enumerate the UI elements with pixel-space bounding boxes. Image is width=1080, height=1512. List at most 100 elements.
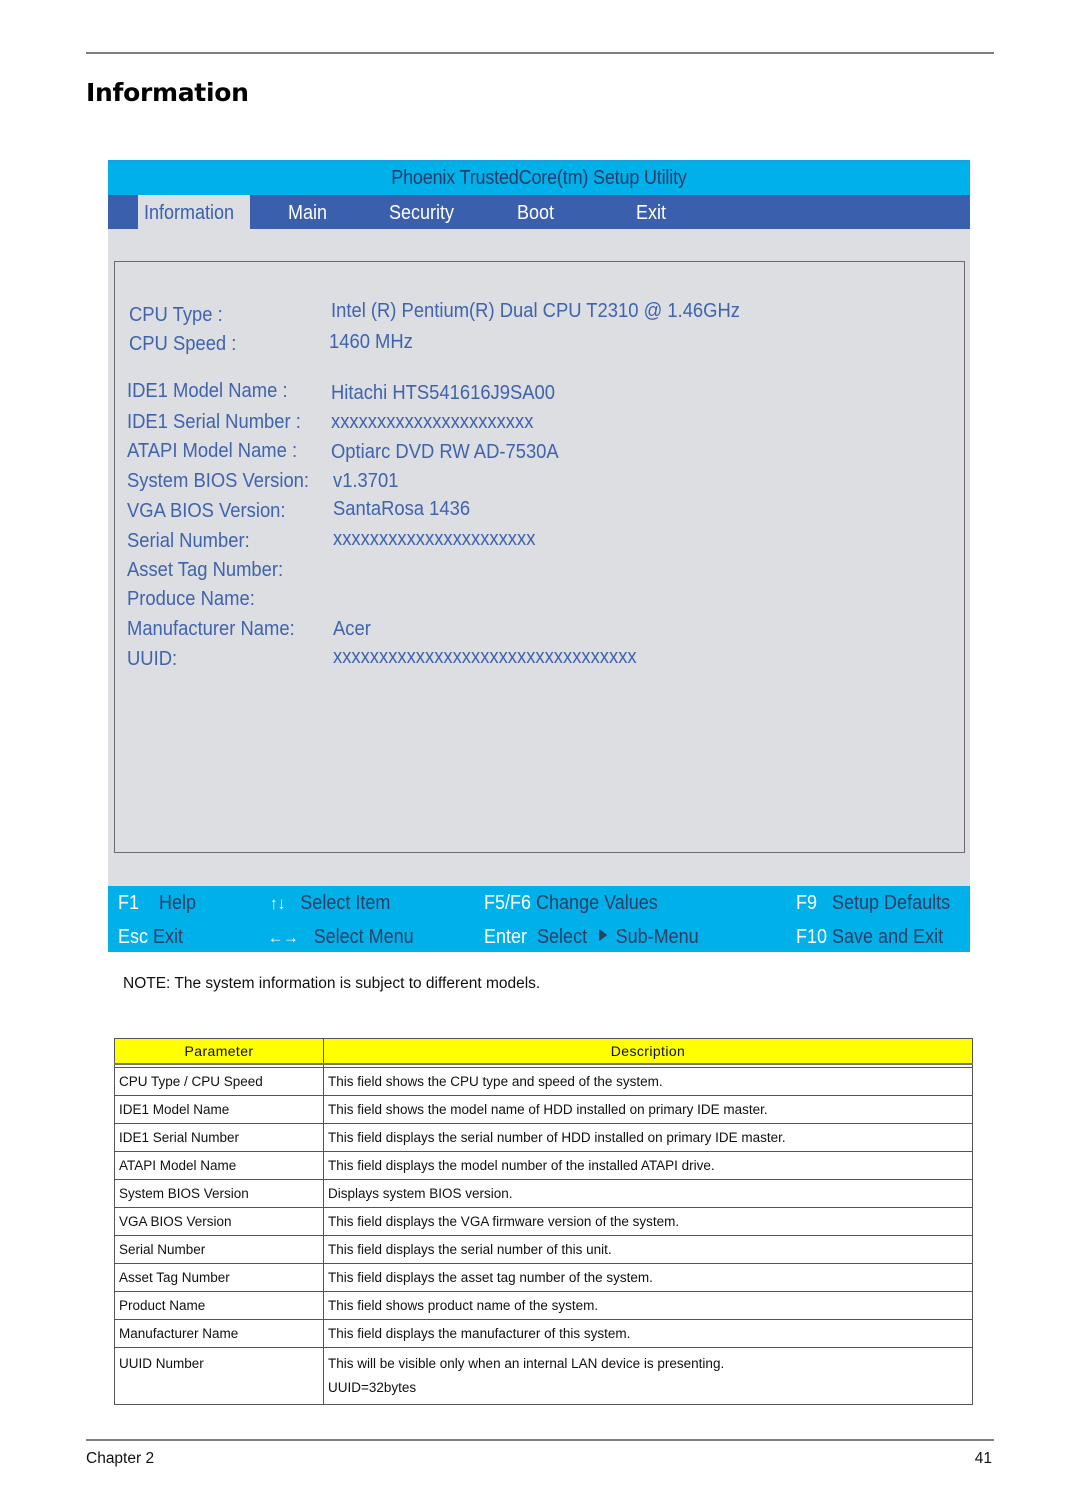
- field-value-uuid: xxxxxxxxxxxxxxxxxxxxxxxxxxxxxxxxx: [333, 646, 637, 668]
- footer-rule: [86, 1439, 994, 1441]
- table-row: Manufacturer Name This field displays the…: [114, 1319, 973, 1348]
- key-change-values: F5/F6 Change Values: [484, 892, 658, 915]
- table-row: IDE1 Model Name This field shows the mode…: [114, 1095, 973, 1124]
- field-label-asset-tag: Asset Tag Number:: [127, 559, 284, 581]
- menu-tab-boot[interactable]: Boot: [517, 195, 554, 229]
- table-row: UUID Number This will be visible only wh…: [114, 1347, 973, 1405]
- header-rule: [86, 52, 994, 54]
- bios-menu-bar: Information Main Security Boot Exit: [108, 195, 970, 229]
- field-label-serial-number: Serial Number:: [127, 530, 250, 552]
- cell-parameter: Product Name: [114, 1291, 324, 1320]
- cell-parameter: Asset Tag Number: [114, 1263, 324, 1292]
- cell-description: This field displays the serial number of…: [323, 1235, 973, 1264]
- header-description: Description: [323, 1038, 973, 1064]
- table-row: ATAPI Model Name This field displays the …: [114, 1151, 973, 1180]
- menu-tab-security[interactable]: Security: [389, 195, 454, 229]
- field-label-ide1-model: IDE1 Model Name :: [127, 380, 288, 402]
- info-panel: CPU Type : Intel (R) Pentium(R) Dual CPU…: [114, 261, 965, 853]
- menu-tab-exit[interactable]: Exit: [636, 195, 666, 229]
- field-label-uuid: UUID:: [127, 648, 178, 670]
- table-row: CPU Type / CPU Speed This field shows the…: [114, 1067, 973, 1096]
- cell-description: This will be visible only when an intern…: [323, 1347, 973, 1405]
- key-leftright-desc: Select Menu: [313, 926, 414, 948]
- table-row: System BIOS Version Displays system BIOS …: [114, 1179, 973, 1208]
- cell-description-line2: UUID=32bytes: [328, 1380, 417, 1395]
- field-label-system-bios: System BIOS Version:: [127, 470, 310, 492]
- field-value-ide1-serial: xxxxxxxxxxxxxxxxxxxxxx: [331, 411, 534, 433]
- table-row: Serial Number This field displays the ser…: [114, 1235, 973, 1264]
- cell-description: Displays system BIOS version.: [323, 1179, 973, 1208]
- field-label-vga-bios: VGA BIOS Version:: [127, 500, 286, 522]
- key-esc: Esc: [118, 926, 149, 948]
- key-f1-desc: Help: [159, 892, 197, 914]
- field-label-cpu-speed: CPU Speed :: [129, 333, 237, 355]
- key-save-exit: F10 Save and Exit: [796, 926, 943, 949]
- bios-title-bar: Phoenix TrustedCore(tm) Setup Utility: [108, 160, 970, 195]
- submenu-triangle-icon: [598, 929, 607, 941]
- key-updown-desc: Select Item: [300, 892, 391, 914]
- field-label-manufacturer: Manufacturer Name:: [127, 618, 295, 640]
- table-row: Asset Tag Number This field displays the …: [114, 1263, 973, 1292]
- key-enter: Enter Select Sub-Menu: [484, 926, 699, 949]
- up-down-arrow-icon: ↑↓: [270, 894, 286, 913]
- key-f10-desc: Save and Exit: [832, 926, 944, 948]
- cell-parameter: ATAPI Model Name: [114, 1151, 324, 1180]
- key-f9-desc: Setup Defaults: [832, 892, 951, 914]
- bios-screenshot: Phoenix TrustedCore(tm) Setup Utility In…: [108, 160, 970, 952]
- field-value-serial-number: xxxxxxxxxxxxxxxxxxxxxx: [333, 528, 536, 550]
- footer-chapter: Chapter 2: [86, 1450, 155, 1467]
- key-submenu-desc: Sub-Menu: [615, 926, 699, 948]
- key-enter-desc: Select: [537, 926, 588, 948]
- field-value-manufacturer: Acer: [333, 618, 371, 640]
- key-f9: F9: [796, 892, 818, 914]
- menu-tab-information[interactable]: Information: [138, 195, 251, 229]
- key-setup-defaults: F9 Setup Defaults: [796, 892, 950, 915]
- cell-description: This field displays the serial number of…: [323, 1123, 973, 1152]
- key-exit: Esc Exit: [118, 926, 183, 949]
- table-row: Product Name This field shows product nam…: [114, 1291, 973, 1320]
- cell-parameter: Manufacturer Name: [114, 1319, 324, 1348]
- table-header-row: Parameter Description: [114, 1038, 973, 1064]
- parameter-table: Parameter Description CPU Type / CPU Spe…: [114, 1038, 973, 1405]
- left-right-arrow-icon: ←→: [268, 928, 299, 947]
- menu-tab-label: Information: [144, 202, 235, 224]
- bios-utility-title: Phoenix TrustedCore(tm) Setup Utility: [391, 167, 687, 189]
- table-row: IDE1 Serial Number This field displays th…: [114, 1123, 973, 1152]
- field-label-ide1-serial: IDE1 Serial Number :: [127, 411, 301, 433]
- key-enter-label: Enter: [484, 926, 528, 948]
- key-f5f6: F5/F6: [484, 892, 532, 914]
- field-value-cpu-speed: 1460 MHz: [329, 331, 413, 353]
- key-help: F1 Help: [118, 892, 196, 915]
- cell-parameter: CPU Type / CPU Speed: [114, 1067, 324, 1096]
- cell-parameter: IDE1 Serial Number: [114, 1123, 324, 1152]
- cell-parameter: IDE1 Model Name: [114, 1095, 324, 1124]
- field-label-cpu-type: CPU Type :: [129, 304, 223, 326]
- menu-tab-main[interactable]: Main: [288, 195, 327, 229]
- field-label-atapi-model: ATAPI Model Name :: [127, 440, 298, 462]
- cell-description: This field displays the manufacturer of …: [323, 1319, 973, 1348]
- key-select-menu: ←→ Select Menu: [268, 926, 414, 949]
- field-label-produce-name: Produce Name:: [127, 588, 255, 610]
- field-value-cpu-type: Intel (R) Pentium(R) Dual CPU T2310 @ 1.…: [331, 300, 740, 322]
- header-parameter: Parameter: [114, 1038, 324, 1064]
- page-number: 41: [974, 1450, 992, 1467]
- field-value-atapi-model: Optiarc DVD RW AD-7530A: [331, 441, 559, 463]
- key-esc-desc: Exit: [153, 926, 184, 948]
- cell-description: This field shows the model name of HDD i…: [323, 1095, 973, 1124]
- cell-description-line1: This will be visible only when an intern…: [328, 1356, 725, 1371]
- key-f10: F10: [796, 926, 828, 948]
- key-f5f6-desc: Change Values: [536, 892, 658, 914]
- cell-description: This field displays the VGA firmware ver…: [323, 1207, 973, 1236]
- cell-parameter: VGA BIOS Version: [114, 1207, 324, 1236]
- table-row: VGA BIOS Version This field displays the …: [114, 1207, 973, 1236]
- field-value-vga-bios: SantaRosa 1436: [333, 498, 471, 520]
- bios-key-legend: F1 Help Esc Exit ↑↓ Select Item ←→ Selec…: [108, 886, 970, 952]
- field-value-system-bios: v1.3701: [333, 470, 399, 492]
- page-title: Information: [86, 78, 249, 107]
- note-text: NOTE: The system information is subject …: [123, 975, 541, 992]
- key-select-item: ↑↓ Select Item: [270, 892, 390, 915]
- cell-description: This field displays the asset tag number…: [323, 1263, 973, 1292]
- cell-parameter: System BIOS Version: [114, 1179, 324, 1208]
- cell-description: This field shows the CPU type and speed …: [323, 1067, 973, 1096]
- field-value-ide1-model: Hitachi HTS541616J9SA00: [331, 382, 556, 404]
